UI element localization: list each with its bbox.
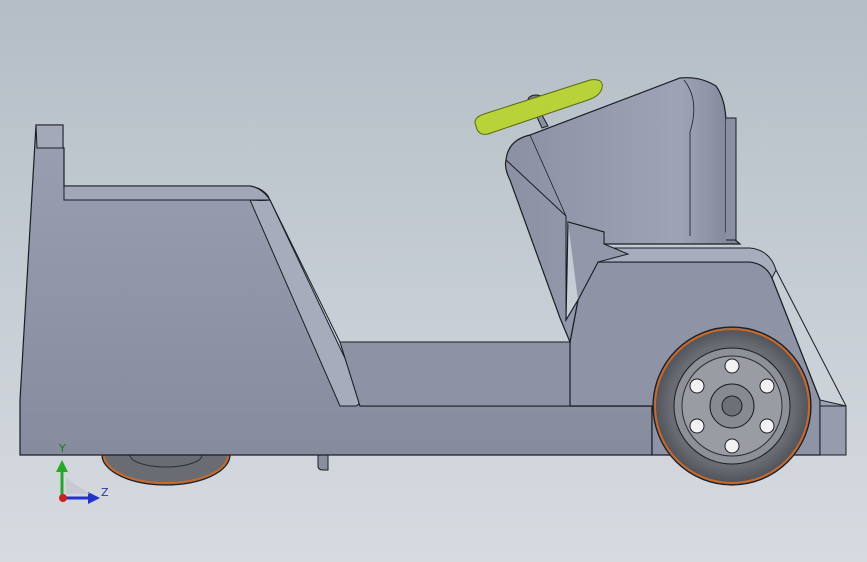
- axis-y-label: Y: [59, 442, 66, 455]
- cad-model-view[interactable]: [0, 0, 867, 562]
- graphics-viewport[interactable]: Y Z: [0, 0, 867, 562]
- axis-z-label: Z: [101, 486, 109, 499]
- tow-hook: [317, 454, 329, 471]
- coordinate-triad-icon[interactable]: [56, 460, 100, 504]
- front-wheel: [652, 326, 812, 486]
